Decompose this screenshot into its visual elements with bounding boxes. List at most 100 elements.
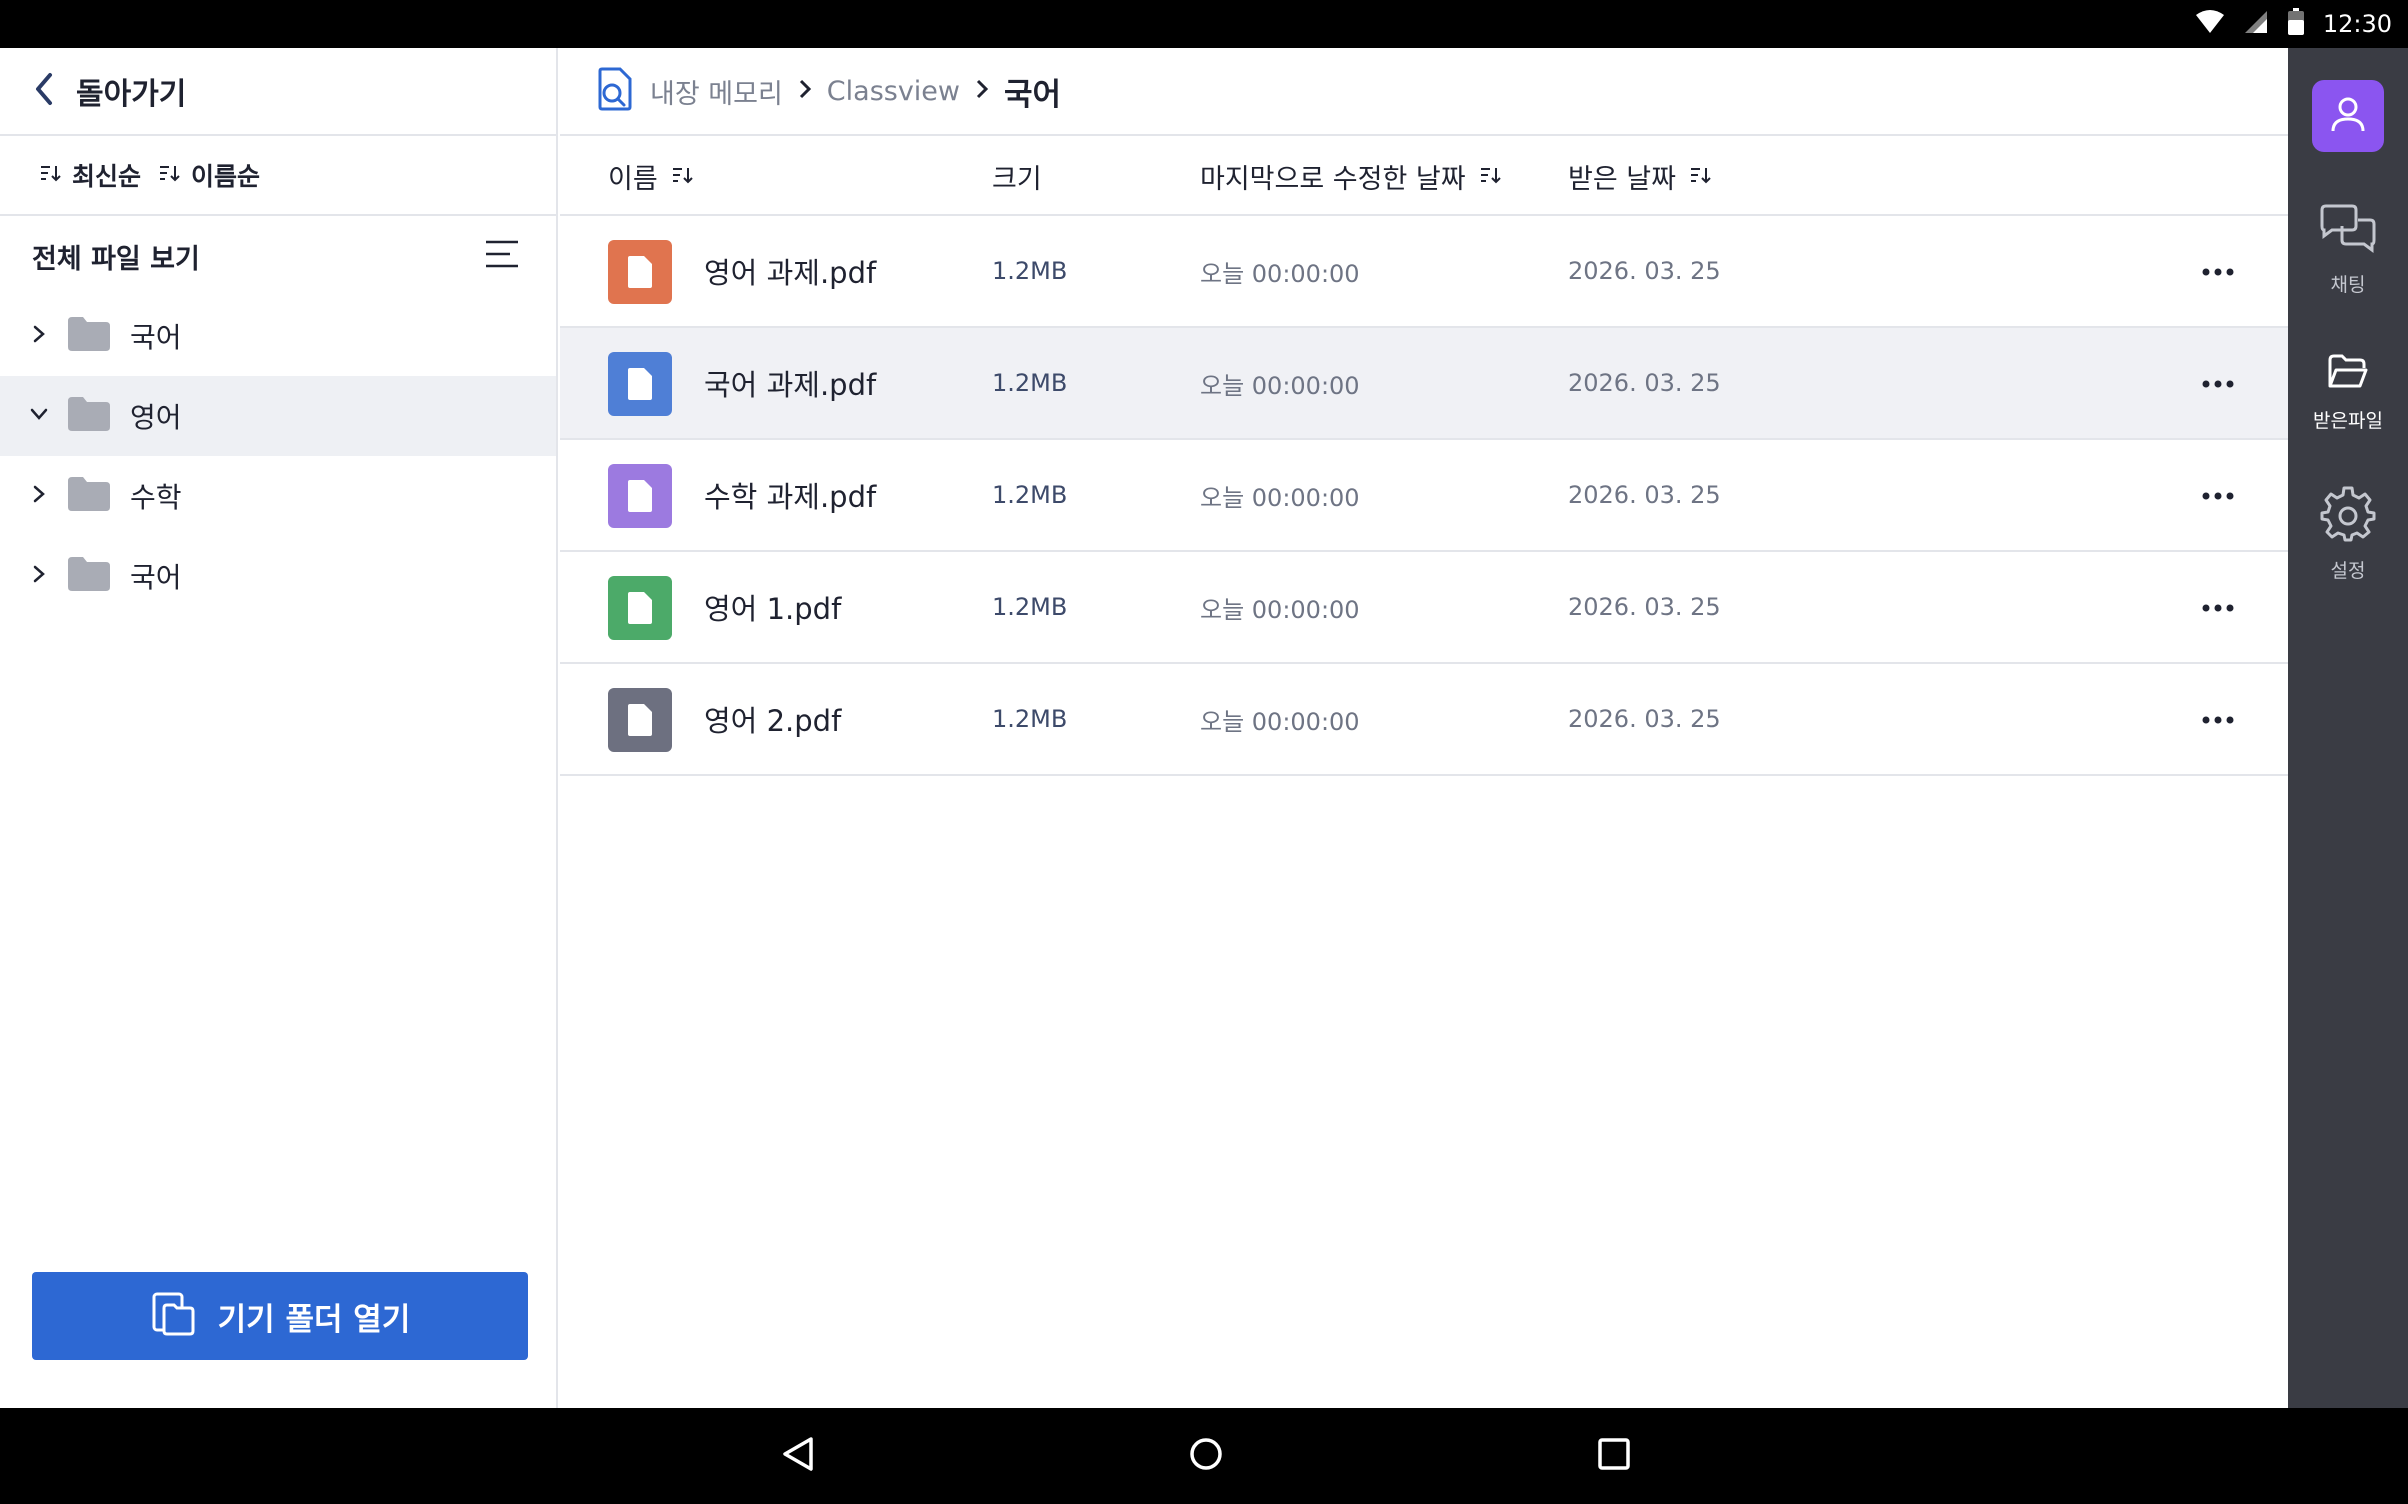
pdf-file-icon <box>608 464 672 528</box>
table-row[interactable]: 영어 2.pdf 1.2MB 오늘 00:00:00 2026. 03. 25 <box>560 664 2288 776</box>
file-received-date: 2026. 03. 25 <box>1568 257 1721 285</box>
open-device-folder-label: 기기 폴더 열기 <box>217 1301 411 1338</box>
file-size: 1.2MB <box>992 369 1068 397</box>
sort-latest-label: 최신순 <box>72 162 142 191</box>
breadcrumb-internal-storage[interactable]: 내장 메모리 <box>650 72 783 111</box>
breadcrumb: 내장 메모리 Classview 국어 <box>560 48 2288 136</box>
column-received-header[interactable]: 받은 날짜 <box>1568 136 1712 216</box>
circle-home-icon <box>1188 1436 1224 1476</box>
chevron-right-icon <box>797 78 813 104</box>
file-received-date: 2026. 03. 25 <box>1568 481 1721 509</box>
folder-item-korean-2[interactable]: 국어 <box>0 536 556 616</box>
sort-icon <box>159 163 181 187</box>
file-size: 1.2MB <box>992 705 1068 733</box>
file-modified-date: 오늘 00:00:00 <box>1200 371 1360 400</box>
sort-latest-button[interactable]: 최신순 <box>40 157 141 193</box>
file-name: 영어 1.pdf <box>704 592 842 626</box>
column-name-header[interactable]: 이름 <box>608 136 694 216</box>
file-size: 1.2MB <box>992 481 1068 509</box>
wifi-icon <box>2195 9 2225 39</box>
more-options-icon[interactable] <box>2192 700 2244 740</box>
folder-icon <box>68 317 110 355</box>
rail-item-settings[interactable]: 설정 <box>2288 486 2408 583</box>
device-folder-icon <box>150 1290 198 1342</box>
column-size-header: 크기 <box>992 136 1042 216</box>
folder-item-math[interactable]: 수학 <box>0 456 556 536</box>
sort-icon <box>1480 161 1502 192</box>
folder-open-icon <box>2326 352 2370 396</box>
profile-button[interactable] <box>2312 80 2384 152</box>
chat-icon <box>2318 204 2378 260</box>
file-list: 영어 과제.pdf 1.2MB 오늘 00:00:00 2026. 03. 25 국어 … <box>560 216 2288 776</box>
file-modified-date: 오늘 00:00:00 <box>1200 259 1360 288</box>
file-modified-date: 오늘 00:00:00 <box>1200 483 1360 512</box>
rail-item-chat[interactable]: 채팅 <box>2288 204 2408 297</box>
nav-recents-button[interactable] <box>1590 1432 1638 1480</box>
all-files-header: 전체 파일 보기 <box>0 216 556 296</box>
column-size-label: 크기 <box>992 163 1042 195</box>
sort-name-label: 이름순 <box>191 162 261 191</box>
back-button[interactable]: 돌아가기 <box>0 48 556 136</box>
folder-label: 영어 <box>130 401 182 434</box>
sort-name-button[interactable]: 이름순 <box>159 157 260 193</box>
rail-item-received-files[interactable]: 받은파일 <box>2288 352 2408 433</box>
rail-item-label: 설정 <box>2330 560 2366 582</box>
gear-icon <box>2320 486 2376 546</box>
folder-label: 국어 <box>130 561 182 594</box>
triangle-back-icon <box>781 1436 815 1476</box>
menu-icon[interactable] <box>484 239 520 273</box>
table-row[interactable]: 영어 과제.pdf 1.2MB 오늘 00:00:00 2026. 03. 25 <box>560 216 2288 328</box>
file-name: 수학 과제.pdf <box>704 480 877 514</box>
battery-icon <box>2287 8 2305 40</box>
clock: 12:30 <box>2322 10 2392 38</box>
file-name: 영어 과제.pdf <box>704 256 877 290</box>
folder-item-english[interactable]: 영어 <box>0 376 556 456</box>
user-icon <box>2328 94 2368 138</box>
system-nav-bar <box>0 1408 2408 1504</box>
pdf-file-icon <box>608 688 672 752</box>
open-device-folder-button[interactable]: 기기 폴더 열기 <box>32 1272 528 1360</box>
chevron-down-icon <box>30 403 48 429</box>
file-received-date: 2026. 03. 25 <box>1568 705 1721 733</box>
table-row[interactable]: 영어 1.pdf 1.2MB 오늘 00:00:00 2026. 03. 25 <box>560 552 2288 664</box>
rail-item-label: 채팅 <box>2330 274 2366 296</box>
file-received-date: 2026. 03. 25 <box>1568 369 1721 397</box>
file-search-icon <box>596 67 636 115</box>
sidebar: 돌아가기 최신순 이름순 전체 파일 보기 국어 영어 수학 국어 기기 폴더 … <box>0 48 558 1408</box>
more-options-icon[interactable] <box>2192 588 2244 628</box>
folder-label: 수학 <box>130 481 182 514</box>
file-modified-date: 오늘 00:00:00 <box>1200 707 1360 736</box>
pdf-file-icon <box>608 240 672 304</box>
chevron-right-icon <box>974 78 990 104</box>
folder-icon <box>68 557 110 595</box>
chevron-right-icon <box>30 483 48 509</box>
all-files-label: 전체 파일 보기 <box>32 243 200 275</box>
sort-icon <box>40 163 62 187</box>
breadcrumb-classview[interactable]: Classview <box>827 76 960 107</box>
more-options-icon[interactable] <box>2192 252 2244 292</box>
rail-item-label: 받은파일 <box>2313 410 2383 432</box>
sort-icon <box>672 161 694 192</box>
folder-item-korean[interactable]: 국어 <box>0 296 556 376</box>
table-row[interactable]: 국어 과제.pdf 1.2MB 오늘 00:00:00 2026. 03. 25 <box>560 328 2288 440</box>
table-row[interactable]: 수학 과제.pdf 1.2MB 오늘 00:00:00 2026. 03. 25 <box>560 440 2288 552</box>
nav-back-button[interactable] <box>774 1432 822 1480</box>
table-header: 이름 크기 마지막으로 수정한 날짜 받은 날짜 <box>560 136 2288 216</box>
folder-icon <box>68 397 110 435</box>
chevron-right-icon <box>30 563 48 589</box>
status-bar: 12:30 <box>0 0 2408 48</box>
column-modified-header[interactable]: 마지막으로 수정한 날짜 <box>1200 136 1502 216</box>
file-name: 영어 2.pdf <box>704 704 842 738</box>
column-modified-label: 마지막으로 수정한 날짜 <box>1200 163 1466 195</box>
file-size: 1.2MB <box>992 593 1068 621</box>
nav-home-button[interactable] <box>1182 1432 1230 1480</box>
folder-label: 국어 <box>130 321 182 354</box>
column-received-label: 받은 날짜 <box>1568 163 1676 195</box>
sort-icon <box>1690 161 1712 192</box>
right-nav-rail: 채팅 받은파일 설정 <box>2288 48 2408 1408</box>
more-options-icon[interactable] <box>2192 364 2244 404</box>
more-options-icon[interactable] <box>2192 476 2244 516</box>
file-list-panel: 내장 메모리 Classview 국어 이름 크기 마지막으로 수정한 날짜 받… <box>560 48 2288 1408</box>
file-name: 국어 과제.pdf <box>704 368 877 402</box>
chevron-left-icon <box>32 71 56 111</box>
